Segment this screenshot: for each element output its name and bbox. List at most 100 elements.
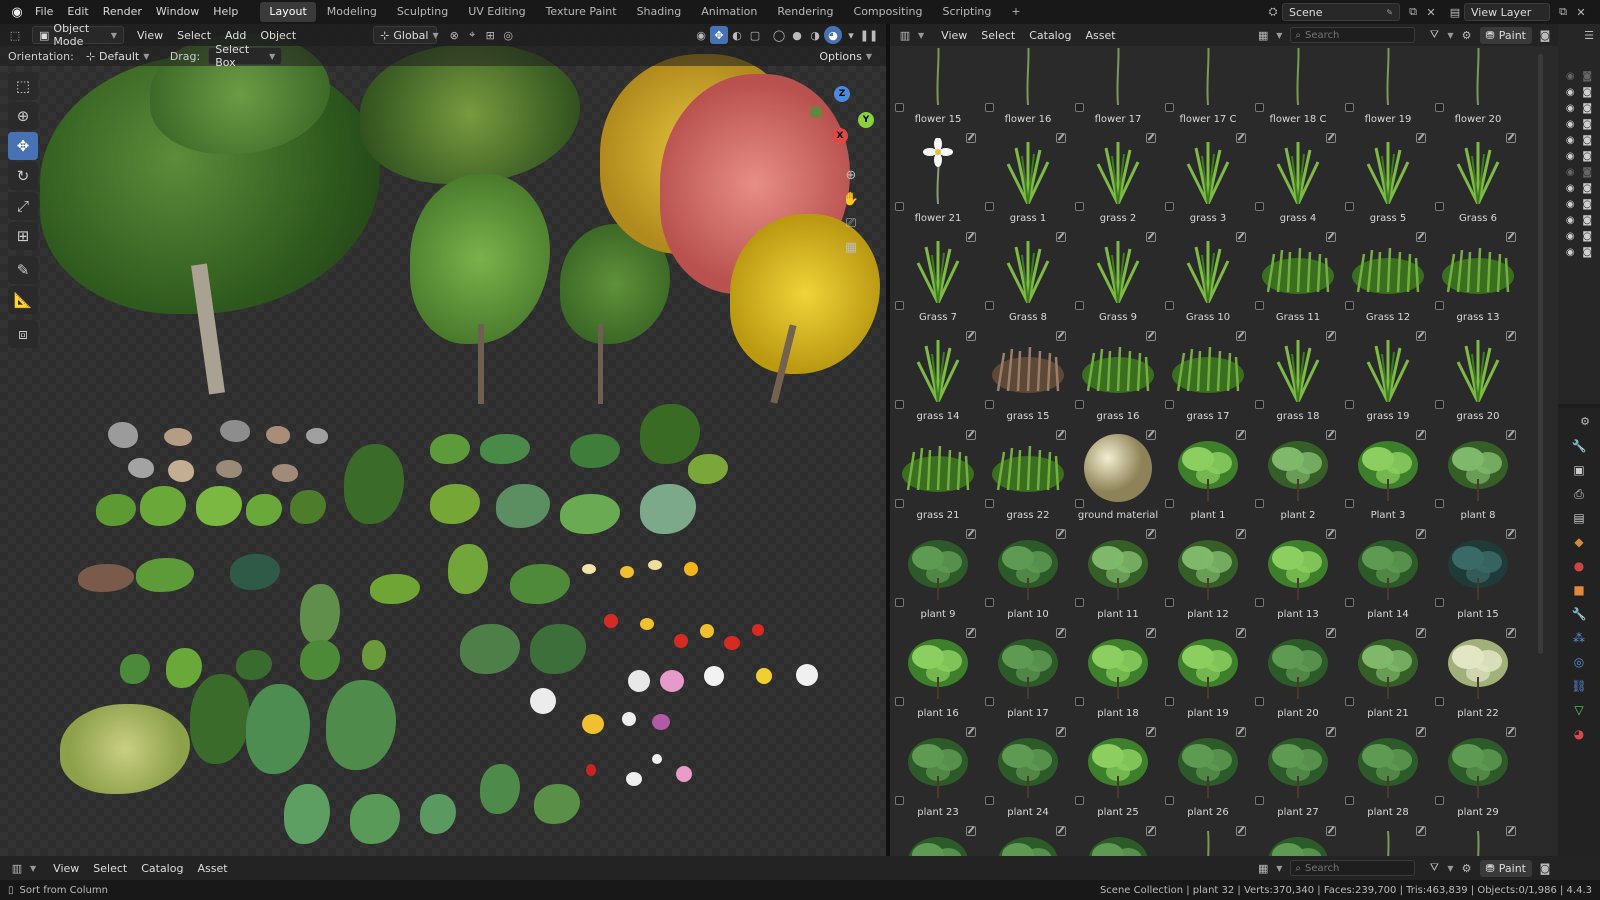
edit-icon[interactable] xyxy=(1326,430,1336,440)
add-cube-icon[interactable]: ⧈ xyxy=(8,320,38,348)
edit-icon[interactable] xyxy=(1506,529,1516,539)
select-checkbox[interactable] xyxy=(1435,598,1444,607)
select-checkbox[interactable] xyxy=(1435,796,1444,805)
select-checkbox[interactable] xyxy=(1255,598,1264,607)
asset-tile[interactable]: grass 3 xyxy=(1164,129,1252,226)
camera-render-icon[interactable]: ◙ xyxy=(1582,87,1592,98)
grid-view-icon[interactable]: ▦ xyxy=(842,238,860,256)
material-shading-icon[interactable]: ◑ xyxy=(806,26,824,44)
asset-tile[interactable]: plant 22 xyxy=(1434,624,1522,721)
asset-tile[interactable]: grass 15 xyxy=(984,327,1072,424)
pivot-icon[interactable]: ⊗ xyxy=(445,26,463,44)
scene-icon[interactable]: ⛭ xyxy=(1264,3,1282,21)
asset-tile[interactable]: grass 5 xyxy=(1344,129,1432,226)
select-checkbox[interactable] xyxy=(1165,202,1174,211)
select-checkbox[interactable] xyxy=(985,301,994,310)
select-checkbox[interactable] xyxy=(985,103,994,112)
asset-tile[interactable]: plant 14 xyxy=(1344,525,1432,622)
world-props-icon[interactable]: ● xyxy=(1569,556,1589,576)
eye-icon[interactable]: ◉ xyxy=(1566,151,1575,162)
select-checkbox[interactable] xyxy=(1345,301,1354,310)
edit-icon[interactable] xyxy=(1236,826,1246,836)
select-checkbox[interactable] xyxy=(1165,697,1174,706)
xray-icon[interactable]: ▢ xyxy=(746,26,764,44)
modifier-props-icon[interactable]: 🔧 xyxy=(1569,604,1589,624)
asset-tile[interactable]: grass 20 xyxy=(1434,327,1522,424)
shading-options-icon[interactable]: ▾ xyxy=(842,26,860,44)
asset-tile[interactable]: flower 21 xyxy=(894,129,982,226)
asset-tile[interactable]: plant 18 xyxy=(1074,624,1162,721)
select-checkbox[interactable] xyxy=(985,697,994,706)
edit-icon[interactable] xyxy=(1416,331,1426,341)
outliner-menu-icon[interactable]: ☰ xyxy=(1580,26,1598,44)
bottom-menu-select[interactable]: Select xyxy=(86,862,134,875)
viewport-menu-select[interactable]: Select xyxy=(170,29,218,42)
edit-icon[interactable] xyxy=(966,529,976,539)
tab-scripting[interactable]: Scripting xyxy=(933,2,1000,22)
display-mode-icon[interactable]: ▦ xyxy=(1254,859,1272,877)
data-props-icon[interactable]: ▽ xyxy=(1569,700,1589,720)
edit-icon[interactable] xyxy=(1236,133,1246,143)
viewport-menu-view[interactable]: View xyxy=(130,29,170,42)
asset-tile[interactable]: plant 16 xyxy=(894,624,982,721)
camera-icon[interactable]: ◙ xyxy=(1536,26,1554,44)
filter-icon[interactable]: ⛛ xyxy=(1425,859,1443,877)
select-checkbox[interactable] xyxy=(895,103,904,112)
move-icon[interactable]: ✥ xyxy=(8,132,38,160)
select-checkbox[interactable] xyxy=(1345,598,1354,607)
tab-uv-editing[interactable]: UV Editing xyxy=(459,2,534,22)
select-checkbox[interactable] xyxy=(1165,796,1174,805)
edit-icon[interactable] xyxy=(1146,133,1156,143)
select-checkbox[interactable] xyxy=(1165,598,1174,607)
viewport-3d[interactable]: ⬚ ▣ Object Mode ▼ View Select Add Object ⊹ Glo… xyxy=(0,24,886,856)
asset-tile[interactable]: plant 10 xyxy=(984,525,1072,622)
asset-tile[interactable] xyxy=(984,822,1072,856)
drag-selector[interactable]: Select Box ▼ xyxy=(208,43,283,69)
asset-tile[interactable]: grass 2 xyxy=(1074,129,1162,226)
constraints-props-icon[interactable]: ⛓ xyxy=(1569,676,1589,696)
asset-menu-catalog[interactable]: Catalog xyxy=(1022,29,1078,42)
delete-view-layer-icon[interactable]: ✕ xyxy=(1572,3,1590,21)
edit-icon[interactable] xyxy=(1236,232,1246,242)
edit-icon[interactable] xyxy=(1326,529,1336,539)
select-checkbox[interactable] xyxy=(1255,499,1264,508)
camera-render-icon[interactable]: ◙ xyxy=(1582,231,1592,242)
edit-icon[interactable] xyxy=(1416,727,1426,737)
select-checkbox[interactable] xyxy=(1345,796,1354,805)
new-scene-icon[interactable]: ⧉ xyxy=(1404,3,1422,21)
eye-icon[interactable]: ◉ xyxy=(1566,183,1575,194)
asset-tile[interactable]: grass 18 xyxy=(1254,327,1342,424)
view-layer-icon[interactable]: ▤ xyxy=(1446,3,1464,21)
delete-scene-icon[interactable]: ✕ xyxy=(1422,3,1440,21)
bottom-paint-button[interactable]: ⛃ Paint xyxy=(1479,859,1532,877)
select-checkbox[interactable] xyxy=(1255,301,1264,310)
select-checkbox[interactable] xyxy=(1165,301,1174,310)
measure-icon[interactable]: 📐 xyxy=(8,286,38,314)
paint-button[interactable]: ⛃ Paint xyxy=(1479,26,1532,44)
edit-icon[interactable] xyxy=(966,826,976,836)
tab-layout[interactable]: Layout xyxy=(260,2,316,22)
edit-icon[interactable] xyxy=(1146,430,1156,440)
asset-tile[interactable]: grass 21 xyxy=(894,426,982,523)
blender-logo-icon[interactable]: ◉ xyxy=(6,3,28,21)
edit-icon[interactable] xyxy=(1506,430,1516,440)
menu-render[interactable]: Render xyxy=(96,0,149,24)
camera-render-icon[interactable]: ◙ xyxy=(1582,167,1592,178)
asset-tile[interactable]: plant 29 xyxy=(1434,723,1522,820)
eye-icon[interactable]: ◉ xyxy=(1566,215,1575,226)
object-props-icon[interactable]: ■ xyxy=(1569,580,1589,600)
select-checkbox[interactable] xyxy=(1075,103,1084,112)
tab-texture-paint[interactable]: Texture Paint xyxy=(537,2,626,22)
asset-tile[interactable]: flower 19 xyxy=(1344,48,1432,127)
select-checkbox[interactable] xyxy=(1255,103,1264,112)
view-layer-props-icon[interactable]: ▤ xyxy=(1569,508,1589,528)
x-axis-icon[interactable]: X xyxy=(832,128,848,144)
select-checkbox[interactable] xyxy=(1165,499,1174,508)
asset-tile[interactable]: plant 26 xyxy=(1164,723,1252,820)
asset-tile[interactable]: flower 15 xyxy=(894,48,982,127)
select-checkbox[interactable] xyxy=(1435,103,1444,112)
tab-sculpting[interactable]: Sculpting xyxy=(388,2,457,22)
edit-icon[interactable] xyxy=(1506,232,1516,242)
scene-selector[interactable]: Scene ✎ xyxy=(1282,3,1400,21)
select-checkbox[interactable] xyxy=(985,598,994,607)
